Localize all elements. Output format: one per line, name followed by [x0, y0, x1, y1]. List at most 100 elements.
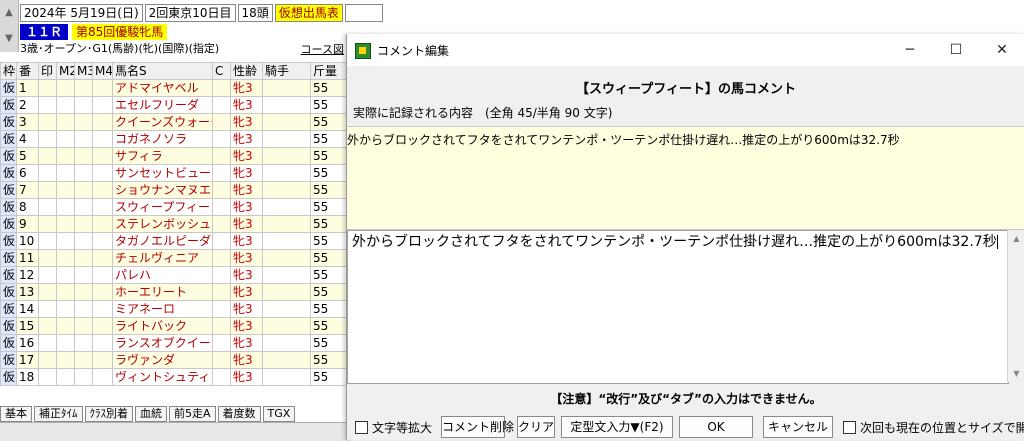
- m3-cell: [74, 266, 93, 284]
- table-header-row: 枠番印M2M3M4馬名SC性齢騎手斤量: [0, 62, 347, 80]
- bottom-tab-bar: 基本 補正ﾀｲﾑ ｸﾗｽ別着 血統 前5走A 着度数 TGX: [0, 406, 350, 422]
- clear-button[interactable]: クリア: [517, 416, 555, 438]
- m2-cell: [56, 300, 75, 318]
- tab-item[interactable]: 前5走A: [169, 406, 216, 422]
- waku-cell: 仮: [0, 113, 17, 131]
- side-scroll-arrows[interactable]: ▲ ▼: [0, 0, 19, 52]
- table-row[interactable]: 仮 2 エセルフリーダ 牝3 55: [0, 96, 347, 114]
- dialog-titlebar[interactable]: コメント編集 ─ ☐ ✕: [347, 34, 1024, 66]
- sex-age-cell: 牝3: [230, 215, 263, 233]
- race-name: 第85回優駿牝馬: [72, 24, 168, 40]
- mark-cell: [38, 266, 57, 284]
- m4-cell: [92, 232, 113, 250]
- table-row[interactable]: 仮 17 ラヴァンダ 牝3 55: [0, 351, 347, 369]
- m4-cell: [92, 113, 113, 131]
- ok-button[interactable]: OK: [679, 416, 753, 438]
- sex-age-cell: 牝3: [230, 198, 263, 216]
- table-row[interactable]: 仮 10 タガノエルピーダ 牝3 55: [0, 232, 347, 250]
- m2-cell: [56, 181, 75, 199]
- tab-item[interactable]: ｸﾗｽ別着: [84, 406, 133, 422]
- column-header[interactable]: 印: [38, 62, 57, 80]
- table-row[interactable]: 仮 8 スウィープフィート 牝3 55: [0, 198, 347, 216]
- blank-field[interactable]: [344, 4, 383, 22]
- jockey-cell: [262, 283, 311, 301]
- weight-cell: 55: [310, 249, 347, 267]
- tab-item[interactable]: 基本: [0, 406, 32, 422]
- tab-item[interactable]: 補正ﾀｲﾑ: [34, 406, 83, 422]
- m2-cell: [56, 130, 75, 148]
- horse-number-cell: 1: [16, 79, 39, 97]
- horse-name-cell: エセルフリーダ: [112, 96, 213, 114]
- close-icon[interactable]: ✕: [979, 38, 1024, 62]
- table-row[interactable]: 仮 11 チェルヴィニア 牝3 55: [0, 249, 347, 267]
- horse-number-cell: 5: [16, 147, 39, 165]
- column-header[interactable]: 枠: [0, 62, 17, 80]
- m3-cell: [74, 300, 93, 318]
- m3-cell: [74, 147, 93, 165]
- dialog-button-row: 文字等拡大 コメント削除 クリア 定型文入力▼(F2) OK キャンセル 次回も…: [347, 414, 1024, 438]
- dialog-heading: 【スウィープフィート】の馬コメント: [576, 82, 796, 97]
- table-row[interactable]: 仮 1 アドマイヤベル 牝3 55: [0, 79, 347, 97]
- column-header[interactable]: M2: [56, 62, 75, 80]
- jockey-cell: [262, 164, 311, 182]
- tab-item[interactable]: 血統: [135, 406, 167, 422]
- tab-item[interactable]: 着度数: [217, 406, 261, 422]
- table-row[interactable]: 仮 7 ショウナンマヌエラ 牝3 55: [0, 181, 347, 199]
- horse-name-cell: クイーンズウォーク: [112, 113, 213, 131]
- table-row[interactable]: 仮 3 クイーンズウォーク 牝3 55: [0, 113, 347, 131]
- race-title-row: １１Ｒ 第85回優駿牝馬: [20, 24, 168, 40]
- scroll-down-icon[interactable]: ▼: [0, 26, 18, 52]
- table-row[interactable]: 仮 14 ミアネーロ 牝3 55: [0, 300, 347, 318]
- tab-item[interactable]: TGX: [262, 406, 296, 422]
- column-header[interactable]: 馬名S: [112, 62, 213, 80]
- column-header[interactable]: 番: [16, 62, 39, 80]
- table-row[interactable]: 仮 6 サンセットビュー 牝3 55: [0, 164, 347, 182]
- table-row[interactable]: 仮 12 パレハ 牝3 55: [0, 266, 347, 284]
- template-input-button[interactable]: 定型文入力▼(F2): [561, 416, 673, 438]
- minimize-icon[interactable]: ─: [887, 38, 933, 62]
- maximize-icon[interactable]: ☐: [933, 38, 979, 62]
- column-header[interactable]: 性齢: [230, 62, 263, 80]
- table-row[interactable]: 仮 18 ヴィントシュティレ 牝3 55: [0, 368, 347, 386]
- checkbox-icon[interactable]: [355, 421, 368, 434]
- recorded-preview: 外からブロックされてフタをされてワンテンポ・ツーテンポ仕掛け遅れ…推定の上がり6…: [347, 126, 1024, 230]
- horse-name-cell: サフィラ: [112, 147, 213, 165]
- horse-name-cell: ライトバック: [112, 317, 213, 335]
- horse-number-cell: 14: [16, 300, 39, 318]
- waku-cell: 仮: [0, 232, 17, 250]
- checkbox-icon[interactable]: [843, 421, 856, 434]
- table-row[interactable]: 仮 5 サフィラ 牝3 55: [0, 147, 347, 165]
- preview-text: 外からブロックされてフタをされてワンテンポ・ツーテンポ仕掛け遅れ…推定の上がり6…: [347, 133, 900, 147]
- scroll-up-icon[interactable]: ▲: [1008, 230, 1024, 247]
- m4-cell: [92, 249, 113, 267]
- scroll-up-icon[interactable]: ▲: [0, 0, 18, 26]
- scroll-down-icon[interactable]: ▼: [1008, 365, 1024, 382]
- column-header[interactable]: M3: [74, 62, 93, 80]
- horse-name-cell: ステレンボッシュ: [112, 215, 213, 233]
- weight-cell: 55: [310, 113, 347, 131]
- c-cell: [212, 181, 231, 199]
- m3-cell: [74, 181, 93, 199]
- table-row[interactable]: 仮 13 ホーエリート 牝3 55: [0, 283, 347, 301]
- remember-position-checkbox[interactable]: 次回も現在の位置とサイズで開く: [843, 419, 1024, 436]
- delete-comment-button[interactable]: コメント削除: [441, 416, 514, 438]
- cancel-button[interactable]: キャンセル: [763, 416, 833, 438]
- table-row[interactable]: 仮 9 ステレンボッシュ 牝3 55: [0, 215, 347, 233]
- column-header[interactable]: M4: [92, 62, 113, 80]
- weight-cell: 55: [310, 130, 347, 148]
- table-row[interactable]: 仮 16 ランスオブクイーン 牝3 55: [0, 334, 347, 352]
- table-row[interactable]: 仮 15 ライトバック 牝3 55: [0, 317, 347, 335]
- column-header[interactable]: 騎手: [262, 62, 311, 80]
- m2-cell: [56, 198, 75, 216]
- comment-textarea[interactable]: 外からブロックされてフタをされてワンテンポ・ツーテンポ仕掛け遅れ…推定の上がり6…: [347, 230, 1009, 384]
- c-cell: [212, 368, 231, 386]
- editor-text[interactable]: 外からブロックされてフタをされてワンテンポ・ツーテンポ仕掛け遅れ…推定の上がり6…: [352, 234, 997, 250]
- editor-scrollbar[interactable]: ▲ ▼: [1007, 230, 1024, 382]
- c-cell: [212, 300, 231, 318]
- race-card-window: ▲ ▼ 2024年 5月19日(日) 2回東京10日目 18頭 仮想出馬表 １１…: [0, 0, 383, 441]
- column-header[interactable]: 斤量: [310, 62, 347, 80]
- course-map-button[interactable]: コース図: [301, 41, 344, 57]
- table-row[interactable]: 仮 4 コガネノソラ 牝3 55: [0, 130, 347, 148]
- column-header[interactable]: C: [212, 62, 231, 80]
- enlarge-text-checkbox[interactable]: 文字等拡大: [355, 419, 432, 436]
